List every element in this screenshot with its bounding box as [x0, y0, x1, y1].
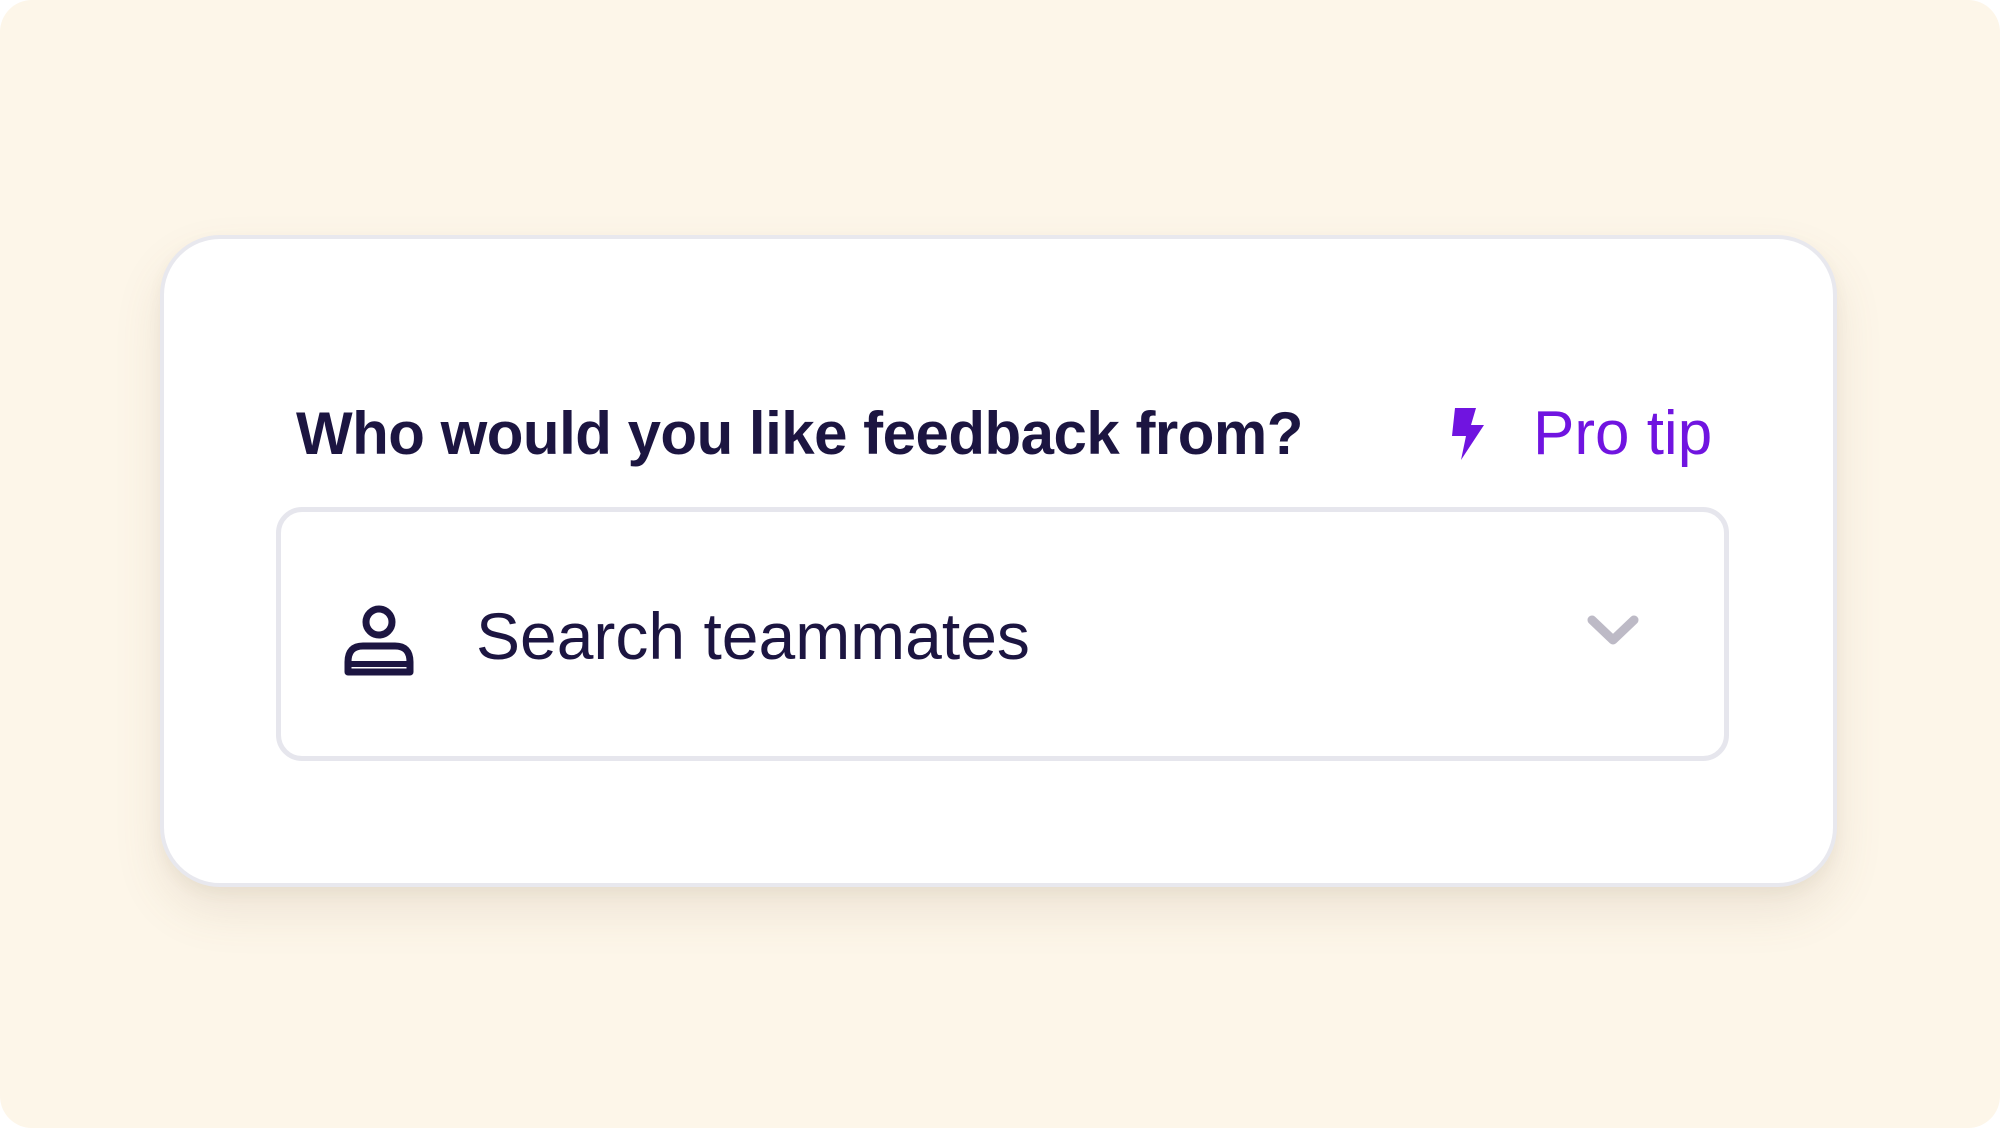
feedback-question-label: Who would you like feedback from? — [296, 400, 1303, 467]
lightning-bolt-icon — [1452, 408, 1484, 460]
feedback-request-card: Who would you like feedback from? Pro ti… — [160, 235, 1837, 887]
chevron-down-icon[interactable] — [1586, 612, 1640, 652]
teammate-search-select[interactable]: Search teammates — [276, 507, 1729, 761]
pro-tip-link[interactable]: Pro tip — [1449, 394, 1712, 474]
person-icon — [344, 605, 414, 676]
teammate-search-placeholder: Search teammates — [476, 599, 1030, 673]
pro-tip-label: Pro tip — [1533, 399, 1713, 468]
page-background: Who would you like feedback from? Pro ti… — [0, 0, 2000, 1128]
